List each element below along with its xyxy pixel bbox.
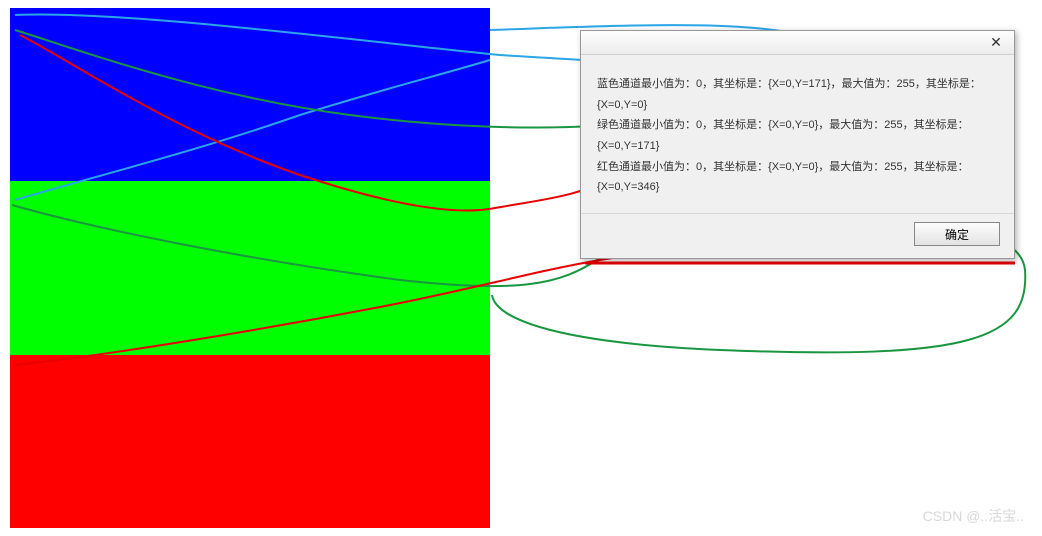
color-stripes: [10, 8, 490, 528]
stripe-green: [10, 181, 490, 354]
msg-blue-1: 蓝色通道最小值为：0，其坐标是：{X=0,Y=171}，最大值为：255，其坐标…: [597, 75, 998, 94]
dialog-body: 蓝色通道最小值为：0，其坐标是：{X=0,Y=171}，最大值为：255，其坐标…: [581, 55, 1014, 213]
stripe-blue: [10, 8, 490, 181]
msg-red-2: {X=0,Y=346}: [597, 178, 998, 197]
message-dialog: ✕ 蓝色通道最小值为：0，其坐标是：{X=0,Y=171}，最大值为：255，其…: [580, 30, 1015, 259]
msg-blue-2: {X=0,Y=0}: [597, 96, 998, 115]
dialog-footer: 确定: [581, 213, 1014, 258]
stripe-red: [10, 355, 490, 528]
msg-green-2: {X=0,Y=171}: [597, 137, 998, 156]
close-icon: ✕: [990, 34, 1002, 51]
dialog-titlebar: ✕: [581, 31, 1014, 55]
msg-green-1: 绿色通道最小值为：0，其坐标是：{X=0,Y=0}，最大值为：255，其坐标是：: [597, 116, 998, 135]
msg-red-1: 红色通道最小值为：0，其坐标是：{X=0,Y=0}，最大值为：255，其坐标是：: [597, 158, 998, 177]
watermark-text: CSDN @..活宝..: [923, 506, 1024, 526]
ok-button[interactable]: 确定: [914, 222, 1000, 246]
close-button[interactable]: ✕: [982, 34, 1010, 52]
